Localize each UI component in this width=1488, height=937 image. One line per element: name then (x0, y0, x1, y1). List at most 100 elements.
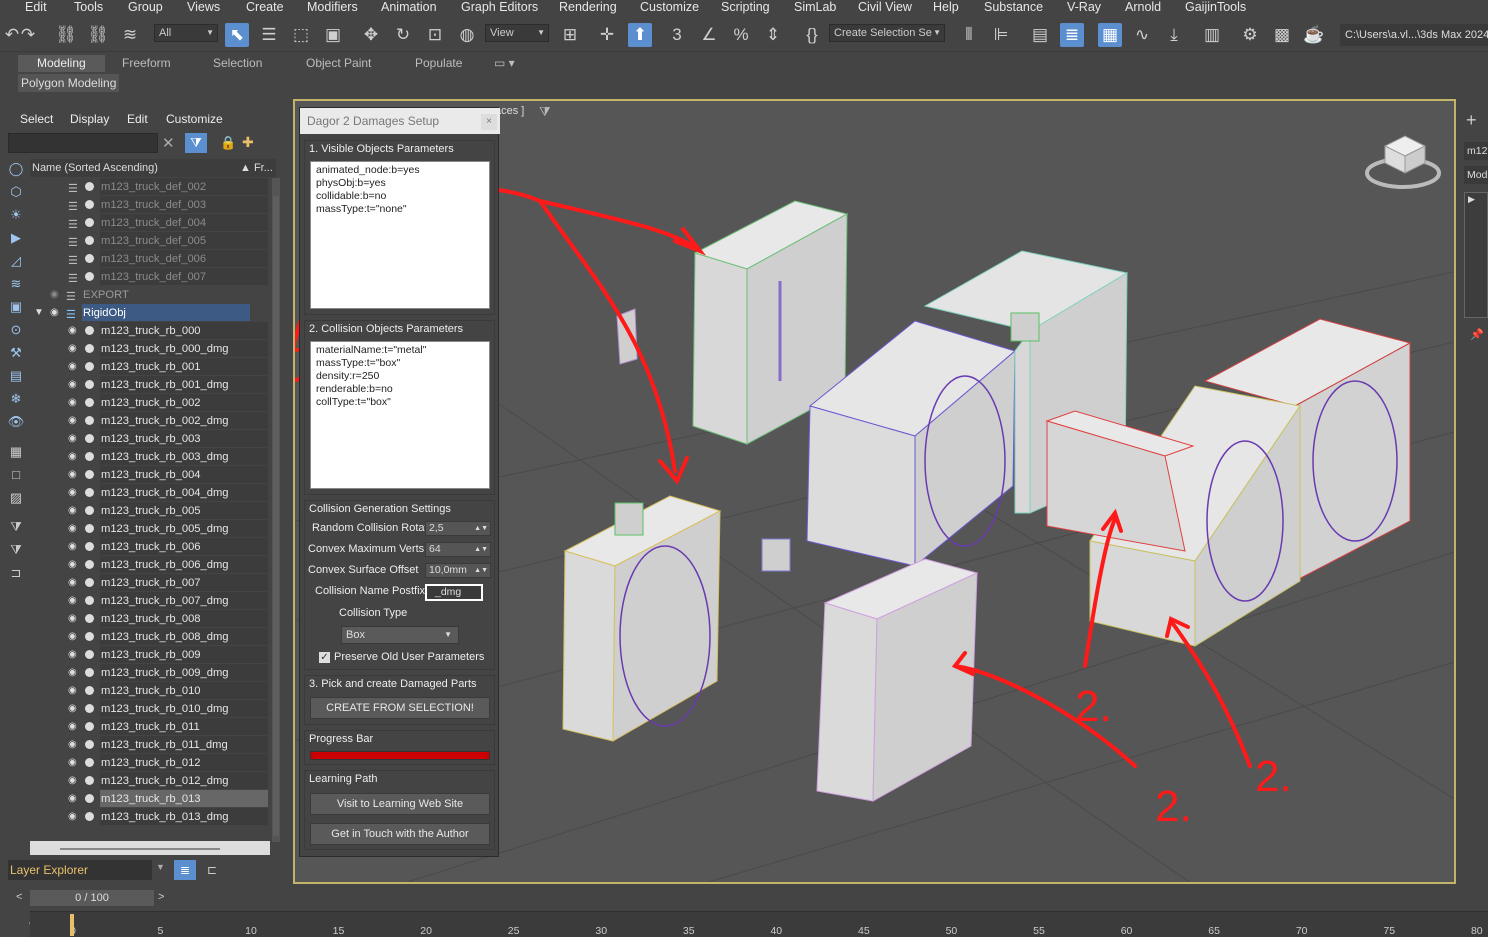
render-toggle-icon[interactable] (85, 758, 94, 767)
render-toggle-icon[interactable] (85, 686, 94, 695)
add-layer-icon[interactable]: ✚ (242, 134, 254, 151)
create-plus-icon[interactable]: + (1466, 110, 1477, 131)
tree-hscroll-thumb[interactable] (60, 848, 220, 850)
reference-coord-dropdown[interactable]: View ▼ (485, 24, 549, 42)
menu-substance[interactable]: Substance (984, 0, 1043, 14)
render-setup-icon[interactable]: ⚙ (1238, 23, 1262, 47)
tree-row[interactable]: ☰ m123_truck_def_007 (30, 268, 270, 286)
render-toggle-icon[interactable] (85, 200, 94, 209)
render-toggle-icon[interactable] (85, 236, 94, 245)
tree-row[interactable]: ◉ m123_truck_rb_003_dmg (30, 448, 270, 466)
time-marker[interactable] (70, 914, 74, 936)
eye-icon[interactable]: ◉ (68, 560, 80, 570)
menu-views[interactable]: Views (187, 0, 220, 14)
eye-icon[interactable]: ◉ (68, 380, 80, 390)
scale-icon[interactable]: ⊡ (423, 23, 447, 47)
layer-view-icon[interactable]: ≣ (174, 860, 196, 880)
eye-icon[interactable]: ◉ (68, 776, 80, 786)
eye-icon[interactable]: ◉ (68, 488, 80, 498)
menu-scripting[interactable]: Scripting (721, 0, 770, 14)
eye-icon[interactable]: ◉ (68, 326, 80, 336)
small-mesh[interactable] (761, 538, 791, 572)
eye-icon[interactable]: ◉ (68, 398, 80, 408)
display-all-icon[interactable]: ▦ (7, 443, 25, 461)
tree-row[interactable]: ◉ m123_truck_rb_000 (30, 322, 270, 340)
small-mesh[interactable] (614, 502, 644, 536)
next-frame-icon[interactable]: > (158, 891, 164, 903)
display-geometry-icon[interactable]: ◯ (7, 160, 25, 178)
menu-civil-view[interactable]: Civil View (858, 0, 912, 14)
eye-icon[interactable]: ◉ (68, 506, 80, 516)
named-selection-dropdown[interactable]: Create Selection Se ▼ (829, 24, 945, 42)
eye-icon[interactable]: ◉ (68, 542, 80, 552)
eye-icon[interactable]: ◉ (68, 794, 80, 804)
tree-row[interactable]: ◉ m123_truck_rb_007_dmg (30, 592, 270, 610)
small-mesh[interactable] (1010, 312, 1040, 342)
tree-row[interactable]: ◉ m123_truck_rb_011_dmg (30, 736, 270, 754)
render-toggle-icon[interactable] (85, 182, 94, 191)
selection-filter-dropdown[interactable]: All ▼ (154, 24, 218, 42)
scene-search-input[interactable] (8, 133, 158, 153)
render-toggle-icon[interactable] (85, 668, 94, 677)
display-lights-icon[interactable]: ☀ (7, 206, 25, 224)
modifier-stack[interactable] (1464, 192, 1488, 318)
lock-icon[interactable]: 🔒 (220, 135, 236, 151)
tree-row[interactable]: ◉ m123_truck_rb_010_dmg (30, 700, 270, 718)
tree-row[interactable]: ◉ m123_truck_rb_008_dmg (30, 628, 270, 646)
ribbon-sub-tab[interactable]: Polygon Modeling (18, 74, 120, 92)
menu-v-ray[interactable]: V-Ray (1067, 0, 1101, 14)
tree-row[interactable]: ◉ m123_truck_rb_008 (30, 610, 270, 628)
display-xrefs-icon[interactable]: ⊙ (7, 321, 25, 339)
schematic-view-icon[interactable]: ⤓ (1162, 23, 1186, 47)
spinner-snap-icon[interactable]: ⇕ (761, 23, 785, 47)
named-selection-icon[interactable]: {} (800, 23, 824, 47)
tree-row[interactable]: ◉ m123_truck_rb_001_dmg (30, 376, 270, 394)
display-hidden-icon[interactable]: 👁 (7, 413, 25, 431)
eye-icon[interactable]: ◉ (50, 308, 62, 318)
tree-row[interactable]: ☰ m123_truck_def_003 (30, 196, 270, 214)
eye-icon[interactable]: ◉ (68, 596, 80, 606)
tree-row[interactable]: ◉ m123_truck_rb_005_dmg (30, 520, 270, 538)
tree-row[interactable]: ◉ m123_truck_rb_013 (30, 790, 270, 808)
object-name-field[interactable]: m12 (1464, 142, 1488, 160)
render-toggle-icon[interactable] (85, 488, 94, 497)
render-toggle-icon[interactable] (85, 506, 94, 515)
tree-row[interactable]: ◉ m123_truck_rb_004_dmg (30, 484, 270, 502)
window-crossing-icon[interactable]: ▣ (321, 23, 345, 47)
tree-row[interactable]: ◉ m123_truck_rb_009 (30, 646, 270, 664)
tree-row[interactable]: ◉ m123_truck_rb_002 (30, 394, 270, 412)
unlink-icon[interactable]: ⛓ (86, 23, 110, 47)
eye-icon[interactable]: ◉ (68, 524, 80, 534)
eye-icon[interactable]: ◉ (68, 344, 80, 354)
redo-icon[interactable]: ↷ (16, 23, 40, 47)
tree-row[interactable]: ◉ m123_truck_rb_012_dmg (30, 772, 270, 790)
render-toggle-icon[interactable] (85, 218, 94, 227)
render-toggle-icon[interactable] (85, 362, 94, 371)
percent-snap-icon[interactable]: % (729, 23, 753, 47)
menu-gaijintools[interactable]: GaijinTools (1185, 0, 1246, 14)
rotate-icon[interactable]: ↻ (391, 23, 415, 47)
move-icon[interactable]: ✥ (359, 23, 383, 47)
tree-row[interactable]: ◉ m123_truck_rb_001 (30, 358, 270, 376)
ribbon-tab-modeling[interactable]: Modeling (18, 55, 105, 72)
explorer-menu-customize[interactable]: Customize (166, 112, 223, 126)
eye-icon[interactable]: ◉ (68, 362, 80, 372)
toggle-layer-explorer-icon[interactable]: ≣ (1060, 23, 1084, 47)
eye-icon[interactable]: ◉ (68, 434, 80, 444)
eye-icon[interactable]: ◉ (68, 740, 80, 750)
dialog-title[interactable]: Dagor 2 Damages Setup (300, 108, 500, 134)
eye-icon[interactable]: ◉ (68, 650, 80, 660)
render-toggle-icon[interactable] (85, 452, 94, 461)
render-production-icon[interactable]: ☕ (1302, 23, 1326, 47)
explorer-menu-edit[interactable]: Edit (127, 112, 148, 126)
eye-icon[interactable]: ◉ (68, 614, 80, 624)
tree-scroll-thumb[interactable] (273, 196, 279, 836)
tree-row[interactable]: ◉ m123_truck_rb_007 (30, 574, 270, 592)
layer-row[interactable]: ▼ ◉ ☰ RigidObj (30, 304, 270, 322)
tree-row[interactable]: ◉ m123_truck_rb_003 (30, 430, 270, 448)
display-none-icon[interactable]: □ (7, 466, 25, 484)
render-toggle-icon[interactable] (85, 794, 94, 803)
tree-row[interactable]: ◉ m123_truck_rb_006 (30, 538, 270, 556)
eye-icon[interactable]: ◉ (68, 470, 80, 480)
chevron-down-icon[interactable]: ▼ (156, 862, 165, 872)
